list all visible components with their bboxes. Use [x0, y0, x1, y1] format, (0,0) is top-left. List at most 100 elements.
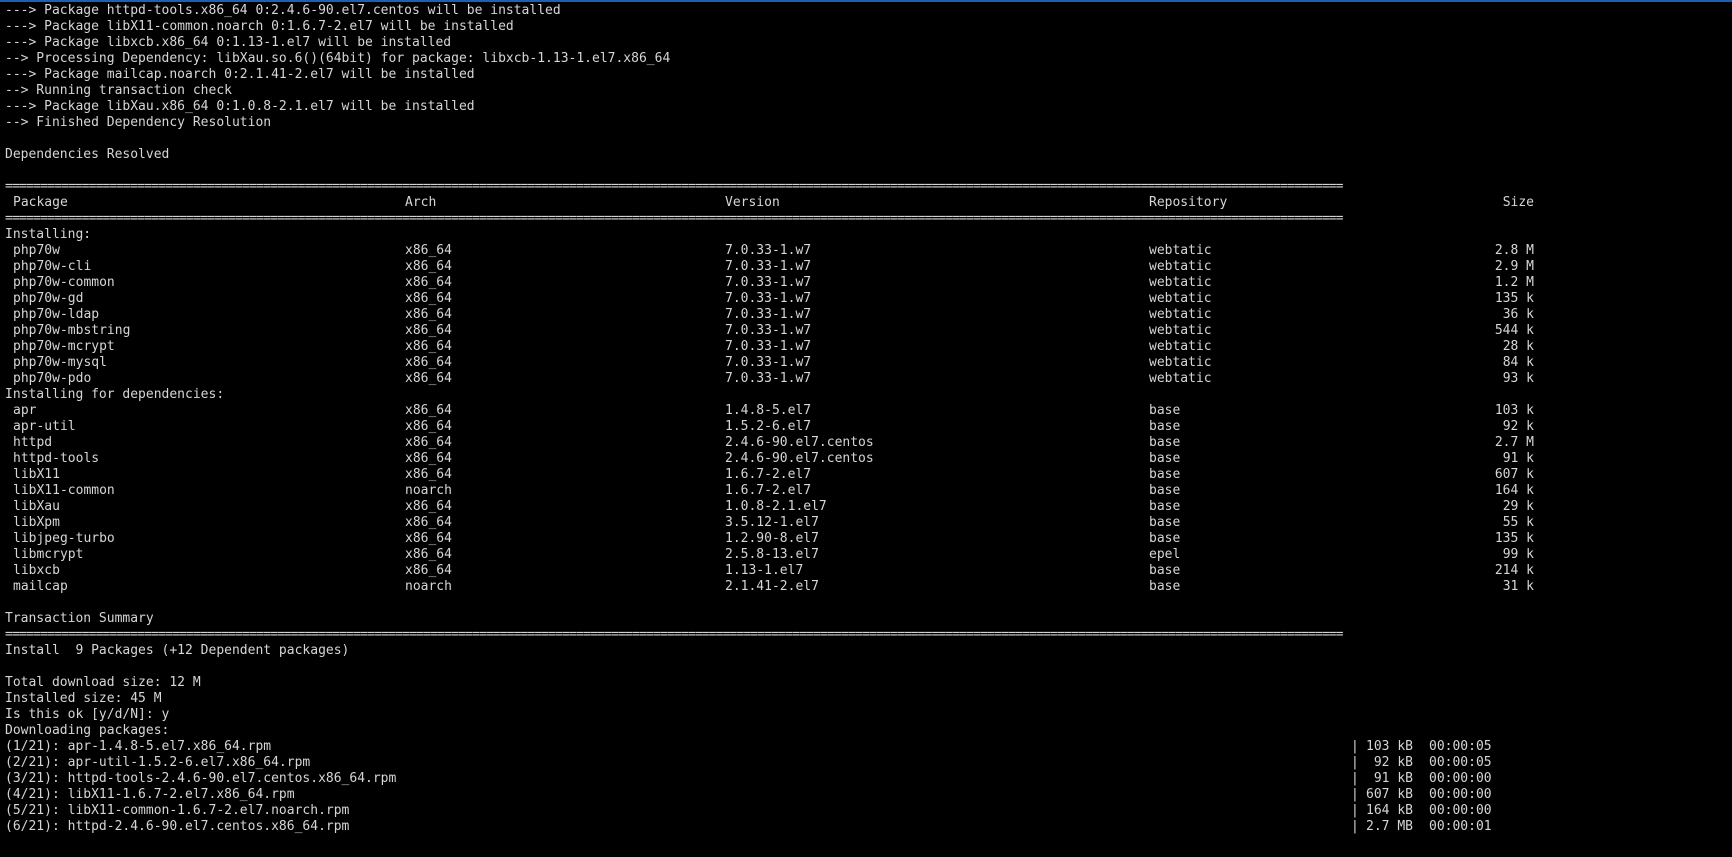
total-download-size: Total download size: 12 M	[5, 675, 201, 690]
table-row: php70w-common x86_64 7.0.33-1.w7 webtatic 1.…	[5, 275, 1725, 291]
package-version: 1.6.7-2.el7	[725, 467, 812, 482]
download-line: (6/21): httpd-2.4.6-90.el7.centos.x86_64…	[5, 819, 1725, 835]
package-repository: webtatic	[1149, 259, 1212, 274]
table-row: php70w-mbstring x86_64 7.0.33-1.w7 webtatic…	[5, 323, 1725, 339]
downloading-label: Downloading packages:	[5, 723, 170, 738]
package-repository: base	[1149, 451, 1181, 466]
package-size: 36 k	[1502, 307, 1534, 322]
package-name: libjpeg-turbo	[13, 531, 115, 546]
table-row: php70w-mcrypt x86_64 7.0.33-1.w7 webtatic 28…	[5, 339, 1725, 355]
table-row: php70w-pdo x86_64 7.0.33-1.w7 webtatic 93 k	[5, 371, 1725, 387]
output-line: ---> Package mailcap.noarch 0:2.1.41-2.e…	[5, 67, 475, 82]
package-repository: webtatic	[1149, 307, 1212, 322]
package-version: 7.0.33-1.w7	[725, 339, 812, 354]
package-repository: base	[1149, 483, 1181, 498]
package-arch: x86_64	[405, 403, 452, 418]
package-arch: x86_64	[405, 499, 452, 514]
dependencies-resolved: Dependencies Resolved	[5, 147, 170, 162]
package-arch: x86_64	[405, 291, 452, 306]
table-row: libX11-common noarch 1.6.7-2.el7 base 164 k	[5, 483, 1725, 499]
package-repository: base	[1149, 499, 1181, 514]
package-arch: x86_64	[405, 515, 452, 530]
table-row: php70w-cli x86_64 7.0.33-1.w7 webtatic 2.9 M	[5, 259, 1725, 275]
package-arch: x86_64	[405, 323, 452, 338]
package-repository: webtatic	[1149, 355, 1212, 370]
table-rule: ========================================…	[5, 211, 1343, 226]
download-name: (2/21): apr-util-1.5.2-6.el7.x86_64.rpm	[5, 755, 311, 770]
download-separator: |	[1351, 803, 1359, 818]
table-row: php70w x86_64 7.0.33-1.w7 webtatic 2.8 M	[5, 243, 1725, 259]
package-version: 7.0.33-1.w7	[725, 371, 812, 386]
download-name: (5/21): libX11-common-1.6.7-2.el7.noarch…	[5, 803, 350, 818]
package-arch: x86_64	[405, 355, 452, 370]
package-repository: base	[1149, 531, 1181, 546]
output-line: ---> Package libxcb.x86_64 0:1.13-1.el7 …	[5, 35, 452, 50]
package-size: 135 k	[1494, 531, 1534, 546]
package-arch: x86_64	[405, 371, 452, 386]
download-separator: |	[1351, 787, 1359, 802]
package-version: 2.4.6-90.el7.centos	[725, 451, 874, 466]
table-row: apr x86_64 1.4.8-5.el7 base 103 k	[5, 403, 1725, 419]
terminal-output[interactable]: ---> Package httpd-tools.x86_64 0:2.4.6-…	[5, 3, 1725, 835]
download-list: (1/21): apr-1.4.8-5.el7.x86_64.rpm | 103 k…	[5, 739, 1725, 835]
package-version: 1.4.8-5.el7	[725, 403, 812, 418]
package-version: 7.0.33-1.w7	[725, 259, 812, 274]
package-version: 2.5.8-13.el7	[725, 547, 819, 562]
package-name: libX11	[13, 467, 60, 482]
package-repository: webtatic	[1149, 243, 1212, 258]
package-name: php70w-cli	[13, 259, 92, 274]
package-size: 607 k	[1494, 467, 1534, 482]
package-name: libX11-common	[13, 483, 115, 498]
download-separator: |	[1351, 819, 1359, 834]
package-size: 1.2 M	[1494, 275, 1534, 290]
package-arch: x86_64	[405, 531, 452, 546]
package-name: libmcrypt	[13, 547, 84, 562]
table-row: mailcap noarch 2.1.41-2.el7 base 31 k	[5, 579, 1725, 595]
package-name: php70w-mysql	[13, 355, 107, 370]
table-row: php70w-gd x86_64 7.0.33-1.w7 webtatic 135 k	[5, 291, 1725, 307]
package-version: 7.0.33-1.w7	[725, 275, 812, 290]
package-size: 544 k	[1494, 323, 1534, 338]
package-size: 103 k	[1494, 403, 1534, 418]
package-size: 84 k	[1502, 355, 1534, 370]
download-size: 607 kB	[1366, 787, 1413, 802]
table-row: libXpm x86_64 3.5.12-1.el7 base 55 k	[5, 515, 1725, 531]
download-line: (5/21): libX11-common-1.6.7-2.el7.noarch…	[5, 803, 1725, 819]
table-header: Package Arch Version Repository Size	[5, 195, 1725, 211]
download-separator: |	[1351, 739, 1359, 754]
download-line: (4/21): libX11-1.6.7-2.el7.x86_64.rpm | 60…	[5, 787, 1725, 803]
table-row: php70w-ldap x86_64 7.0.33-1.w7 webtatic 36 k	[5, 307, 1725, 323]
package-repository: base	[1149, 419, 1181, 434]
table-row: libmcrypt x86_64 2.5.8-13.el7 epel 99 k	[5, 547, 1725, 563]
package-repository: webtatic	[1149, 371, 1212, 386]
header-repository: Repository	[1149, 195, 1228, 210]
package-name: libXau	[13, 499, 60, 514]
package-repository: base	[1149, 563, 1181, 578]
package-repository: epel	[1149, 547, 1181, 562]
package-repository: webtatic	[1149, 323, 1212, 338]
output-line: --> Processing Dependency: libXau.so.6()…	[5, 51, 671, 66]
package-repository: base	[1149, 579, 1181, 594]
download-time: 00:00:00	[1429, 771, 1492, 786]
package-version: 7.0.33-1.w7	[725, 355, 812, 370]
window-top-border	[0, 0, 1732, 2]
package-size: 99 k	[1502, 547, 1534, 562]
package-name: mailcap	[13, 579, 68, 594]
package-version: 1.0.8-2.1.el7	[725, 499, 827, 514]
dependency-list: apr x86_64 1.4.8-5.el7 base 103 k apr-util x86…	[5, 403, 1725, 595]
package-repository: webtatic	[1149, 339, 1212, 354]
package-name: httpd-tools	[13, 451, 100, 466]
package-name: php70w-pdo	[13, 371, 92, 386]
package-arch: x86_64	[405, 419, 452, 434]
package-size: 2.7 M	[1494, 435, 1534, 450]
download-line: (3/21): httpd-tools-2.4.6-90.el7.centos.…	[5, 771, 1725, 787]
package-size: 91 k	[1502, 451, 1534, 466]
installing-list: php70w x86_64 7.0.33-1.w7 webtatic 2.8 Mphp7…	[5, 243, 1725, 387]
package-name: libXpm	[13, 515, 60, 530]
package-arch: x86_64	[405, 563, 452, 578]
table-rule: ========================================…	[5, 627, 1343, 642]
package-version: 1.2.90-8.el7	[725, 531, 819, 546]
